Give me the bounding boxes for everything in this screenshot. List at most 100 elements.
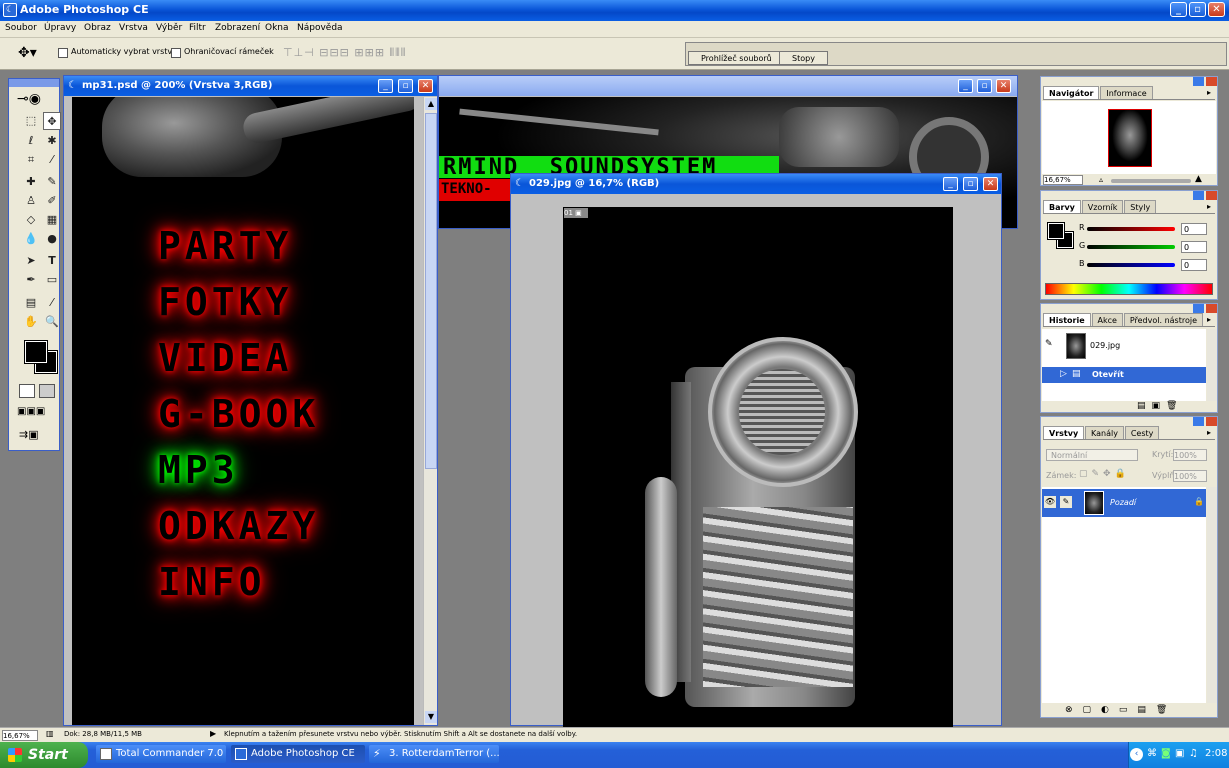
mp31-document-window[interactable]: mp31.psd @ 200% (Vrstva 3,RGB) ☾ _ ▫ ✕ P… <box>63 75 438 726</box>
menu-obraz[interactable]: Obraz <box>84 23 111 33</box>
layers-panel-close-icon[interactable] <box>1206 417 1217 426</box>
zoom-tool-icon[interactable]: 🔍 <box>43 313 61 331</box>
tray-network-icon[interactable]: ⌘ <box>1147 748 1157 759</box>
foreground-color-swatch[interactable] <box>24 340 48 364</box>
b-slider[interactable] <box>1087 263 1175 267</box>
gradient-tool-icon[interactable]: ▦ <box>43 211 61 229</box>
history-bottom-buttons-icon[interactable]: ▤▣🗑 <box>1137 401 1183 411</box>
panel-menu-arrow-icon[interactable]: ▸ <box>1207 88 1211 97</box>
blend-mode-select[interactable]: Normální <box>1046 449 1138 461</box>
mp31-close-button[interactable]: ✕ <box>418 79 433 93</box>
standard-mode-icon[interactable] <box>39 384 55 398</box>
tab-paths[interactable]: Stopy <box>779 51 828 65</box>
navigator-panel-minimize-icon[interactable] <box>1193 77 1204 86</box>
tray-volume-icon[interactable]: ♫ <box>1189 748 1198 759</box>
healing-brush-icon[interactable]: ✚ <box>22 173 40 191</box>
scroll-down-arrow[interactable]: ▼ <box>425 711 437 723</box>
tab-color[interactable]: Barvy <box>1043 200 1081 213</box>
photo-document-window[interactable]: 029.jpg @ 16,7% (RGB) ☾ _ ▫ ✕ 01 ▣ <box>510 173 1002 727</box>
mp31-minimize-button[interactable]: _ <box>378 79 393 93</box>
banner-close-button[interactable]: ✕ <box>996 79 1011 93</box>
navigator-panel-close-icon[interactable] <box>1206 77 1217 86</box>
navigator-zoom-slider[interactable] <box>1111 179 1191 183</box>
menu-zobrazeni[interactable]: Zobrazení <box>215 23 260 33</box>
g-value[interactable]: 0 <box>1181 241 1207 253</box>
banner-minimize-button[interactable]: _ <box>958 79 973 93</box>
tab-paths[interactable]: Cesty <box>1124 426 1160 439</box>
fill-field[interactable]: 100% <box>1173 470 1207 482</box>
b-value[interactable]: 0 <box>1181 259 1207 271</box>
bounding-box-checkbox[interactable] <box>171 48 181 58</box>
g-slider[interactable] <box>1087 245 1175 249</box>
color-panel-close-icon[interactable] <box>1206 191 1217 200</box>
menu-upravy[interactable]: Úpravy <box>44 23 76 33</box>
navigator-zoom-in-icon[interactable]: ▲ <box>1195 174 1202 184</box>
panel-menu-arrow-icon[interactable]: ▸ <box>1207 202 1211 211</box>
dodge-tool-icon[interactable]: ● <box>43 230 61 248</box>
menu-vrstva[interactable]: Vrstva <box>119 23 148 33</box>
task-rotterdam-terror[interactable]: ⚡ 3. RotterdamTerror (... <box>369 745 499 763</box>
start-button[interactable]: Start <box>0 742 88 768</box>
tab-navigator[interactable]: Navigátor <box>1043 86 1100 99</box>
jump-to-imageready-icon[interactable]: ⇉▣ <box>19 428 39 441</box>
history-scrollbar[interactable] <box>1207 329 1217 401</box>
tab-file-browser[interactable]: Prohlížeč souborů <box>688 51 785 65</box>
scroll-up-arrow[interactable]: ▲ <box>425 98 437 110</box>
auto-select-checkbox[interactable] <box>58 48 68 58</box>
restore-button[interactable]: ▫ <box>1189 2 1206 17</box>
pen-tool-icon[interactable]: ✒ <box>22 271 40 289</box>
menu-okna[interactable]: Okna <box>265 23 289 33</box>
history-brush-source-icon[interactable]: ✎ <box>1045 339 1053 349</box>
history-brush-icon[interactable]: ✐ <box>43 192 61 210</box>
move-tool-icon[interactable]: ✥▾ <box>18 45 37 61</box>
layers-panel-minimize-icon[interactable] <box>1193 417 1204 426</box>
history-snapshot-name[interactable]: 029.jpg <box>1090 341 1120 350</box>
layers-bottom-buttons-icon[interactable]: ⊗▢◐▭▤🗑 <box>1065 705 1177 715</box>
menu-vyber[interactable]: Výběr <box>156 23 182 33</box>
magic-wand-icon[interactable]: ✱ <box>43 132 61 150</box>
history-panel-close-icon[interactable] <box>1206 304 1217 313</box>
banner-document-titlebar[interactable] <box>439 76 1017 96</box>
tab-history[interactable]: Historie <box>1043 313 1091 326</box>
screen-mode-icons[interactable]: ▣▣▣ <box>17 406 45 417</box>
tray-app-icon[interactable]: ▣ <box>1175 748 1184 759</box>
type-tool-icon[interactable]: T <box>43 252 61 270</box>
history-step-open[interactable]: ▷ ▤ Otevřít <box>1042 367 1206 383</box>
layer-visibility-eye-icon[interactable]: 👁 <box>1044 496 1056 508</box>
history-panel-minimize-icon[interactable] <box>1193 304 1204 313</box>
slice-tool-icon[interactable]: ⁄ <box>43 151 61 169</box>
brush-tool-icon[interactable]: ✎ <box>43 173 61 191</box>
tray-collapse-icon[interactable]: ‹ <box>1130 748 1143 761</box>
clone-stamp-icon[interactable]: ♙ <box>22 192 40 210</box>
quick-mask-icon[interactable] <box>19 384 35 398</box>
path-select-icon[interactable]: ➤ <box>22 252 40 270</box>
opacity-field[interactable]: 100% <box>1173 449 1207 461</box>
banner-maximize-button[interactable]: ▫ <box>977 79 992 93</box>
notes-tool-icon[interactable]: ▤ <box>22 294 40 312</box>
r-value[interactable]: 0 <box>1181 223 1207 235</box>
crop-tool-icon[interactable]: ⌗ <box>22 151 40 169</box>
tab-styles[interactable]: Styly <box>1124 200 1157 213</box>
move-tool-icon-box[interactable]: ✥ <box>43 112 61 130</box>
photo-minimize-button[interactable]: _ <box>943 177 958 191</box>
lasso-tool-icon[interactable]: ℓ <box>22 132 40 150</box>
color-panel-minimize-icon[interactable] <box>1193 191 1204 200</box>
tab-info[interactable]: Informace <box>1100 86 1153 99</box>
tray-shield-icon[interactable]: ◙ <box>1161 748 1171 759</box>
toolbox-header[interactable] <box>9 79 59 87</box>
photo-document-titlebar[interactable]: 029.jpg @ 16,7% (RGB) <box>511 174 1001 194</box>
app-titlebar[interactable]: ☾ Adobe Photoshop CE _ ▫ ✕ <box>0 0 1229 21</box>
photo-maximize-button[interactable]: ▫ <box>963 177 978 191</box>
blur-tool-icon[interactable]: 💧 <box>22 230 40 248</box>
eyedropper-tool-icon[interactable]: ⁄ <box>43 294 61 312</box>
task-total-commander[interactable]: Total Commander 7.0 ... <box>96 745 226 763</box>
eraser-tool-icon[interactable]: ◇ <box>22 211 40 229</box>
r-slider[interactable] <box>1087 227 1175 231</box>
color-spectrum-bar[interactable] <box>1045 283 1213 295</box>
menu-filtr[interactable]: Filtr <box>189 23 206 33</box>
tab-tool-presets[interactable]: Předvol. nástroje <box>1123 313 1203 326</box>
status-zoom-field[interactable]: 16,67% <box>2 730 38 741</box>
scroll-thumb[interactable] <box>425 113 437 469</box>
color-fg-swatch[interactable] <box>1047 222 1065 240</box>
marquee-tool-icon[interactable]: ⬚ <box>22 112 40 130</box>
